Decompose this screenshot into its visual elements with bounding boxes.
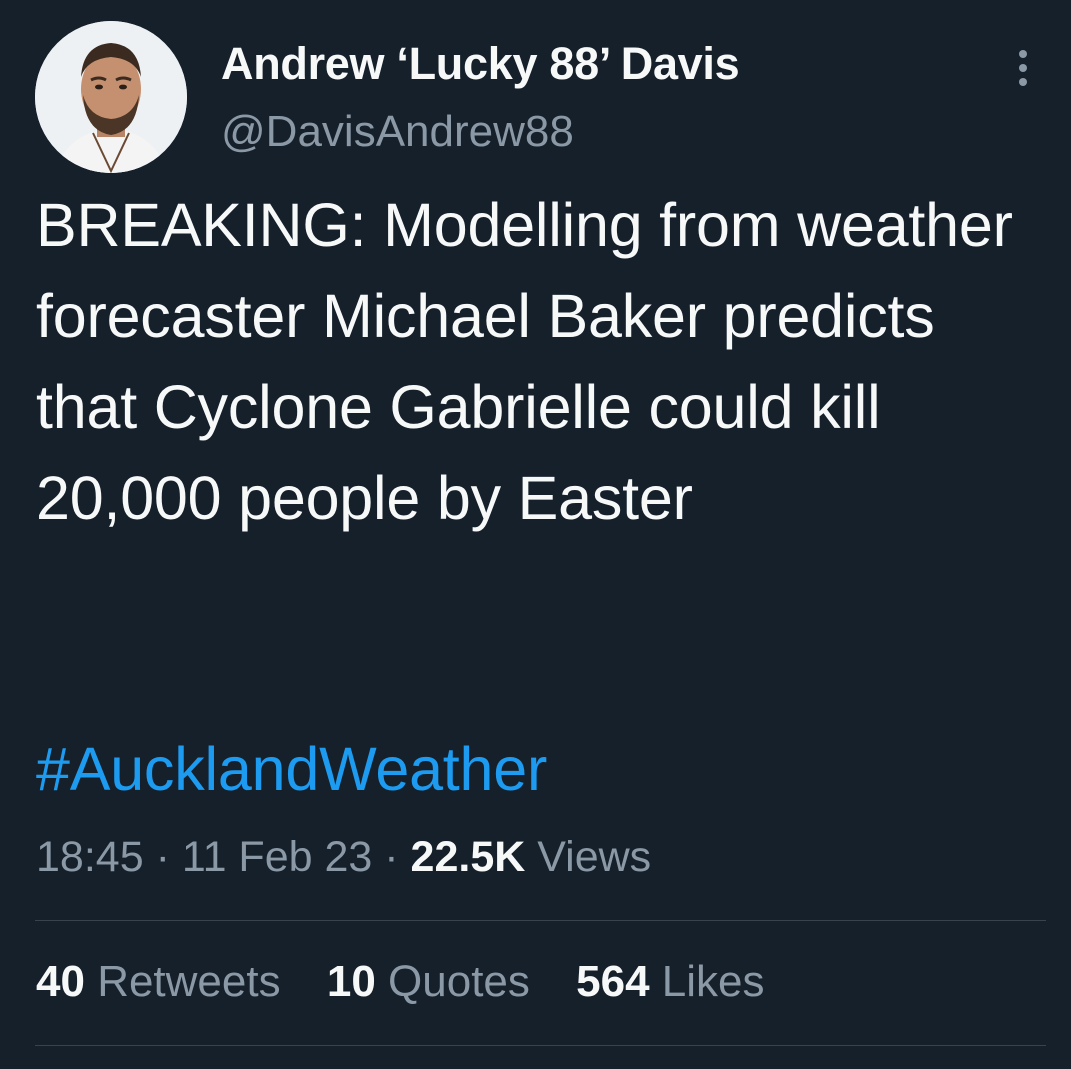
tweet-meta: 18:45 · 11 Feb 23 · 22.5K Views [36, 833, 651, 882]
author-handle[interactable]: @DavisAndrew88 [221, 107, 574, 157]
views-label: Views [537, 833, 652, 881]
divider [35, 920, 1046, 921]
likes-stat[interactable]: 564 Likes [576, 957, 764, 1007]
tweet-date[interactable]: 11 Feb 23 [182, 833, 372, 881]
likes-label: Likes [661, 957, 765, 1006]
quotes-count: 10 [326, 957, 376, 1006]
tweet-text: BREAKING: Modelling from weather forecas… [36, 191, 1013, 532]
tweet-time[interactable]: 18:45 [36, 833, 144, 881]
avatar-image [35, 21, 187, 173]
more-vertical-icon[interactable] [1008, 46, 1038, 90]
tweet-stats: 40 Retweets 10 Quotes 564 Likes [36, 957, 799, 1007]
retweets-stat[interactable]: 40 Retweets [36, 957, 281, 1007]
divider [35, 1045, 1046, 1046]
quotes-stat[interactable]: 10 Quotes [327, 957, 530, 1007]
likes-count: 564 [576, 957, 650, 1006]
meta-separator: · [384, 833, 399, 881]
quotes-label: Quotes [388, 957, 530, 1006]
author-display-name[interactable]: Andrew ‘Lucky 88’ Davis [221, 38, 740, 90]
retweets-count: 40 [36, 957, 85, 1006]
retweets-label: Retweets [97, 957, 281, 1006]
hashtag-link[interactable]: #AucklandWeather [36, 724, 547, 815]
views-count: 22.5K [410, 833, 526, 881]
avatar[interactable] [35, 21, 187, 173]
meta-separator: · [155, 833, 170, 881]
